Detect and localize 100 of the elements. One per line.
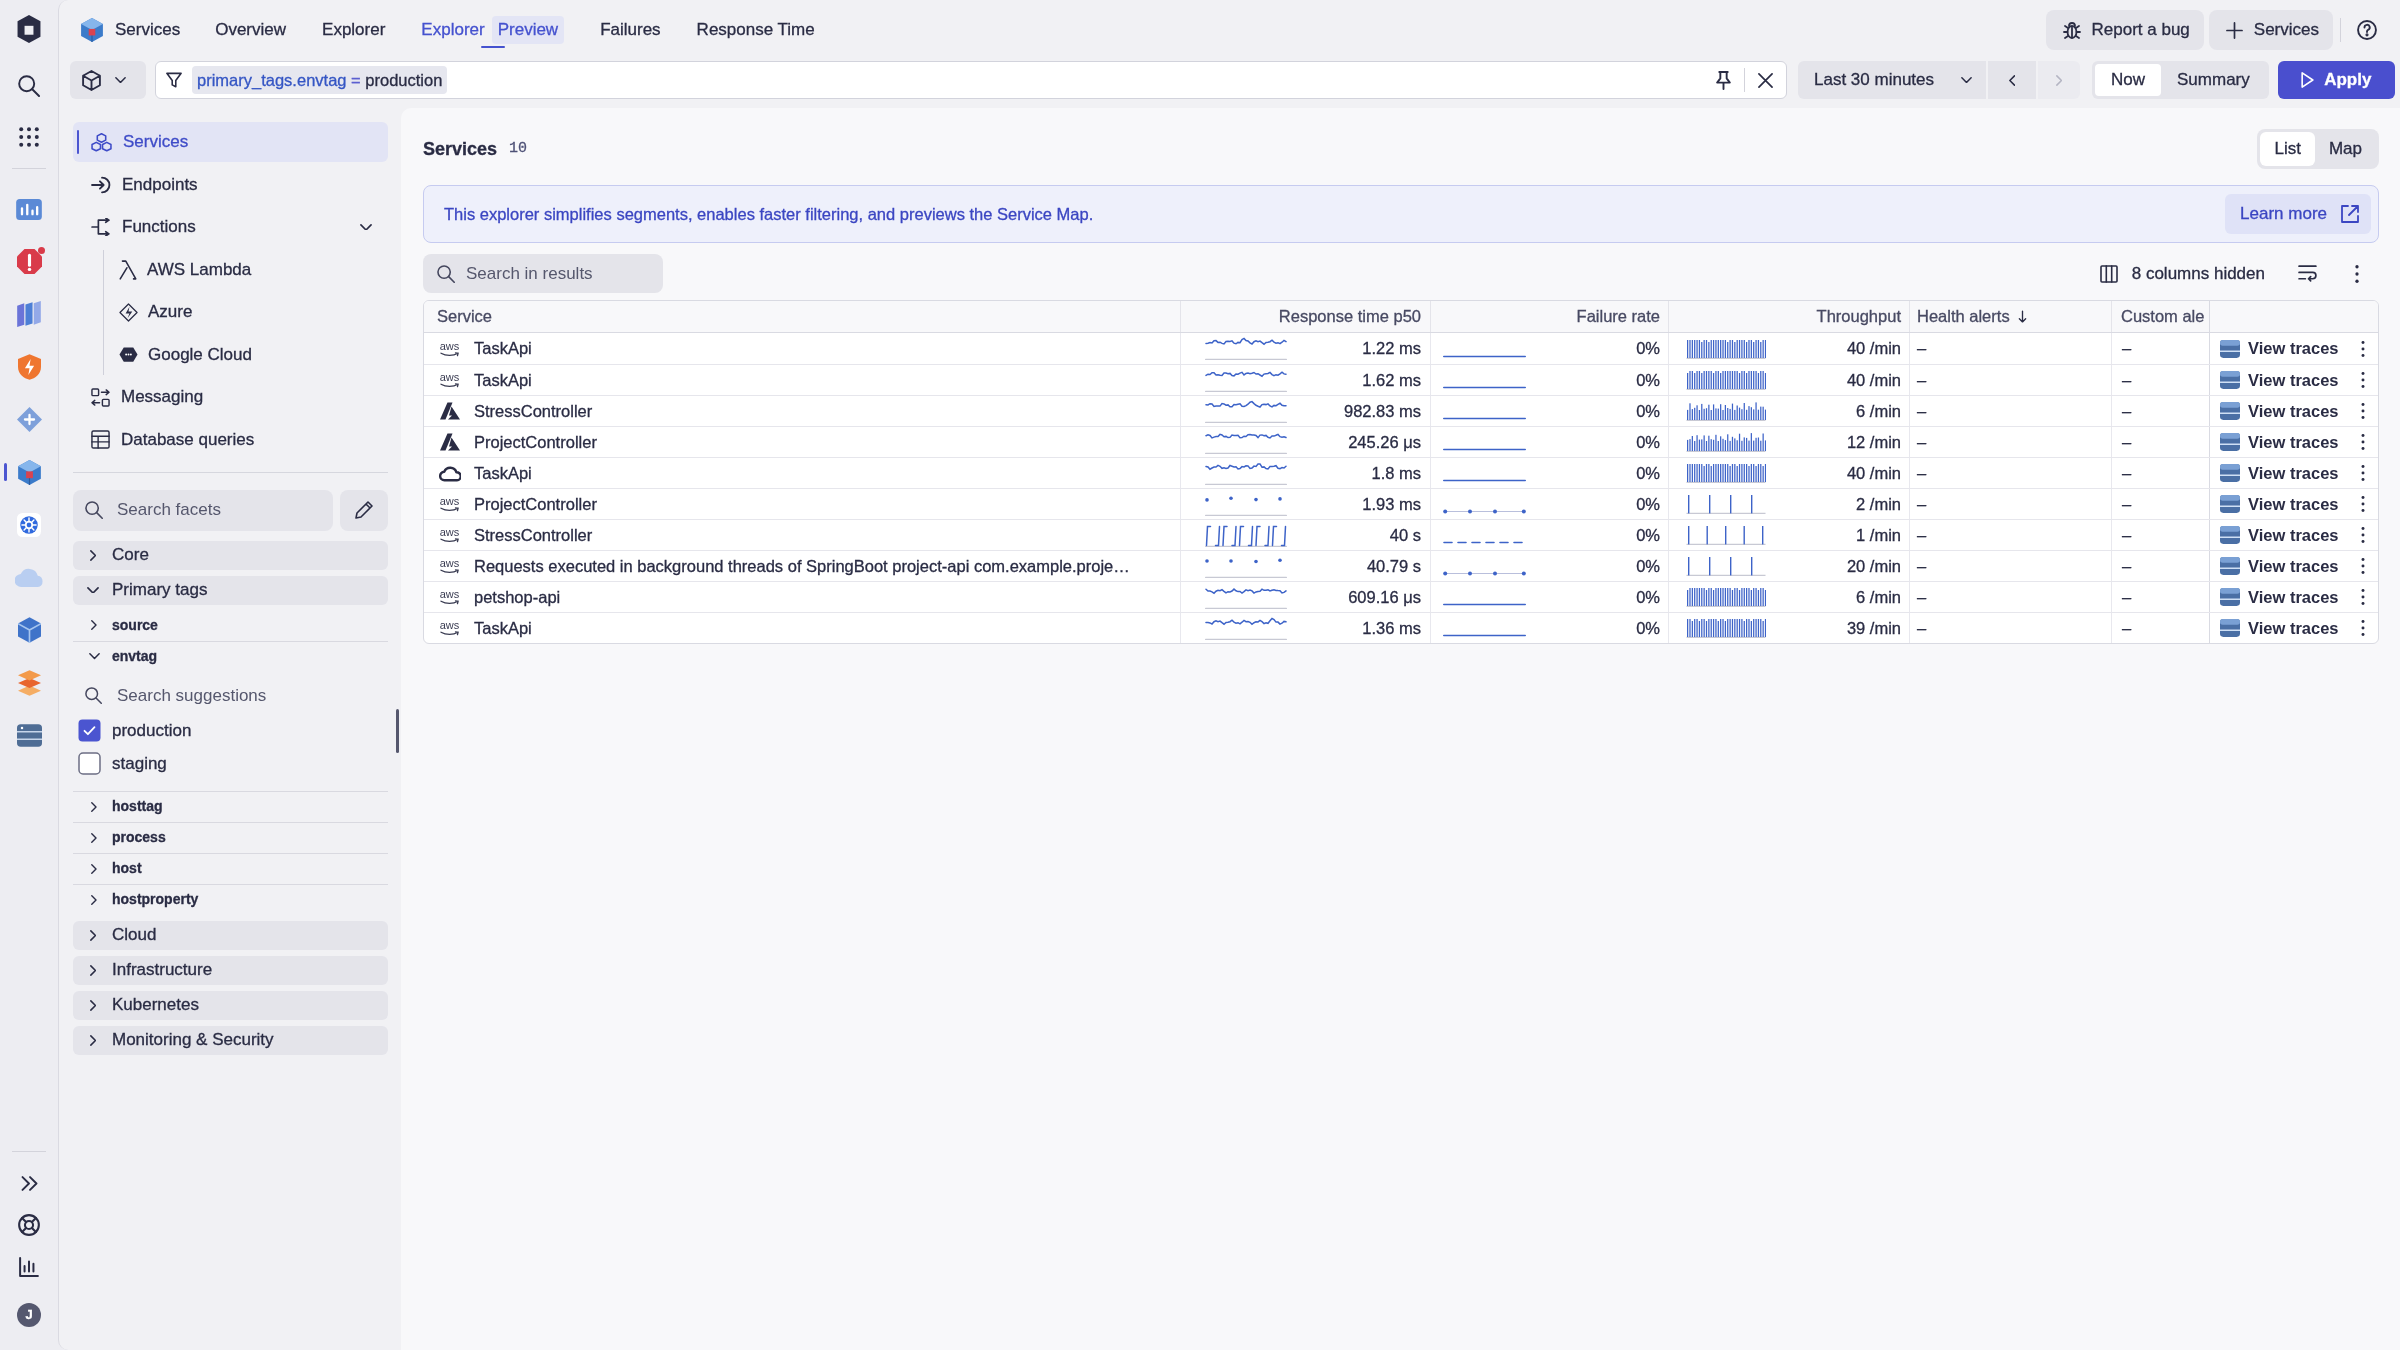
tab[interactable]: Explorer	[322, 10, 386, 50]
checkbox[interactable]	[78, 752, 101, 775]
column-header[interactable]: Service	[437, 304, 493, 329]
report-bug-button[interactable]: Report a bug	[2045, 10, 2204, 50]
facet-search-field[interactable]: Search facets	[73, 489, 333, 531]
column-value: –	[2122, 400, 2132, 422]
column-header[interactable]: Health alerts	[1917, 304, 2027, 329]
bar-chart-icon[interactable]	[19, 1257, 39, 1277]
view-traces-button[interactable]: View traces	[2220, 584, 2339, 610]
column-header[interactable]: Throughput	[1816, 304, 1901, 329]
hidden-columns-button[interactable]: 8 columns hidden	[2099, 260, 2265, 287]
throughput-value: 6 /min	[1856, 400, 1901, 422]
more-icon[interactable]	[2361, 434, 2365, 450]
help-icon[interactable]	[2357, 20, 2377, 40]
learn-more-button[interactable]: Learn more	[2225, 194, 2371, 234]
mode-option[interactable]: Summary	[2161, 64, 2266, 96]
facet-group[interactable]: Primary tags	[73, 575, 388, 605]
add-button[interactable]: Services	[2208, 10, 2333, 50]
service-name[interactable]: TaskApi	[474, 615, 532, 641]
more-icon[interactable]	[2361, 403, 2365, 419]
close-icon[interactable]	[1758, 72, 1773, 88]
suggestion-search-field[interactable]: Search suggestions	[117, 682, 317, 709]
nav-item[interactable]: AWS Lambda	[119, 249, 388, 290]
nav-item[interactable]: Endpoints	[73, 164, 388, 205]
nav-item[interactable]: Functions	[73, 207, 388, 247]
mode-option[interactable]: Now	[2095, 64, 2161, 96]
service-name[interactable]: ProjectController	[474, 491, 597, 517]
checkbox[interactable]	[78, 719, 101, 742]
view-traces-button[interactable]: View traces	[2220, 336, 2339, 361]
search-icon[interactable]	[18, 75, 40, 97]
search-field[interactable]: Search in results	[423, 254, 663, 293]
more-icon[interactable]	[2361, 620, 2365, 636]
view-option[interactable]: List	[2260, 132, 2315, 166]
view-traces-button[interactable]: View traces	[2220, 429, 2339, 455]
facet-option[interactable]: staging	[73, 748, 388, 779]
text-wrap-icon[interactable]	[2298, 265, 2318, 282]
service-name[interactable]: StressController	[474, 522, 593, 548]
double-chevron-icon[interactable]	[20, 1175, 38, 1191]
service-name[interactable]: TaskApi	[474, 460, 532, 486]
facet-option[interactable]: production	[73, 715, 388, 746]
lambda-icon	[119, 259, 137, 280]
facet-group[interactable]: Kubernetes	[73, 990, 388, 1020]
more-icon[interactable]	[2355, 264, 2359, 283]
facet-item[interactable]: hostproperty	[73, 883, 388, 915]
facet-item[interactable]: envtag	[73, 640, 388, 672]
apply-button[interactable]: Apply	[2277, 61, 2395, 99]
pin-icon[interactable]	[1716, 70, 1731, 90]
view-traces-button[interactable]: View traces	[2220, 460, 2339, 486]
scrollbar-thumb[interactable]	[396, 709, 399, 753]
tab[interactable]: Explorer Preview	[421, 10, 565, 50]
timeframe-dropdown[interactable]: Last 30 minutes	[1798, 61, 1986, 99]
nav-item[interactable]: Azure	[119, 292, 388, 332]
lifebuoy-icon[interactable]	[18, 1214, 40, 1236]
facet-item[interactable]: source	[73, 609, 388, 641]
more-icon[interactable]	[2361, 558, 2365, 574]
nav-item[interactable]: Services	[73, 122, 388, 162]
service-name[interactable]: Requests executed in background threads of SpringBoot project-api com.example.proje…	[474, 553, 1130, 579]
facet-group[interactable]: Monitoring & Security	[73, 1025, 388, 1055]
column-header[interactable]: Failure rate	[1576, 304, 1660, 329]
more-icon[interactable]	[2361, 340, 2365, 357]
more-icon[interactable]	[2361, 465, 2365, 481]
facet-group[interactable]: Core	[73, 540, 388, 570]
nav-item[interactable]: Messaging	[73, 377, 388, 417]
facet-group[interactable]: Infrastructure	[73, 955, 388, 985]
filter-field[interactable]: primary_tags.envtag = production	[155, 61, 1787, 99]
service-name[interactable]: TaskApi	[474, 336, 532, 361]
edit-button[interactable]	[340, 489, 388, 531]
tab[interactable]: Overview	[215, 10, 287, 50]
view-traces-button[interactable]: View traces	[2220, 615, 2339, 641]
more-icon[interactable]	[2361, 589, 2365, 605]
column-header[interactable]: Custom ale	[2121, 304, 2205, 329]
column-value: –	[2122, 338, 2132, 360]
view-option[interactable]: Map	[2314, 132, 2376, 166]
view-traces-button[interactable]: View traces	[2220, 553, 2339, 579]
view-traces-button[interactable]: View traces	[2220, 522, 2339, 548]
view-traces-button[interactable]: View traces	[2220, 491, 2339, 517]
facet-item[interactable]: process	[73, 821, 388, 853]
more-icon[interactable]	[2361, 496, 2365, 512]
tab[interactable]: Failures	[600, 10, 661, 50]
service-name[interactable]: petshop-api	[474, 584, 561, 610]
user-avatar[interactable]: J	[17, 1303, 41, 1327]
segment-selector[interactable]	[70, 61, 146, 99]
more-icon[interactable]	[2361, 372, 2365, 388]
tab[interactable]: Response Time	[696, 10, 815, 50]
more-icon[interactable]	[2361, 527, 2365, 543]
facet-group[interactable]: Cloud	[73, 920, 388, 950]
filter-token[interactable]: primary_tags.envtag = production	[192, 65, 448, 95]
failure-rate-value: 0%	[1636, 617, 1660, 639]
logo-icon[interactable]	[15, 15, 43, 43]
service-name[interactable]: StressController	[474, 398, 593, 424]
column-header[interactable]: Response time p50	[1278, 304, 1421, 329]
view-traces-button[interactable]: View traces	[2220, 367, 2339, 393]
service-name[interactable]: TaskApi	[474, 367, 532, 393]
view-traces-button[interactable]: View traces	[2220, 398, 2339, 424]
nav-item[interactable]: Google Cloud	[119, 334, 388, 375]
app-grid-icon[interactable]	[19, 127, 39, 147]
service-name[interactable]: ProjectController	[474, 429, 597, 455]
nav-item[interactable]: Database queries	[73, 419, 388, 460]
facet-item[interactable]: host	[73, 852, 388, 884]
facet-item[interactable]: hosttag	[73, 790, 388, 822]
